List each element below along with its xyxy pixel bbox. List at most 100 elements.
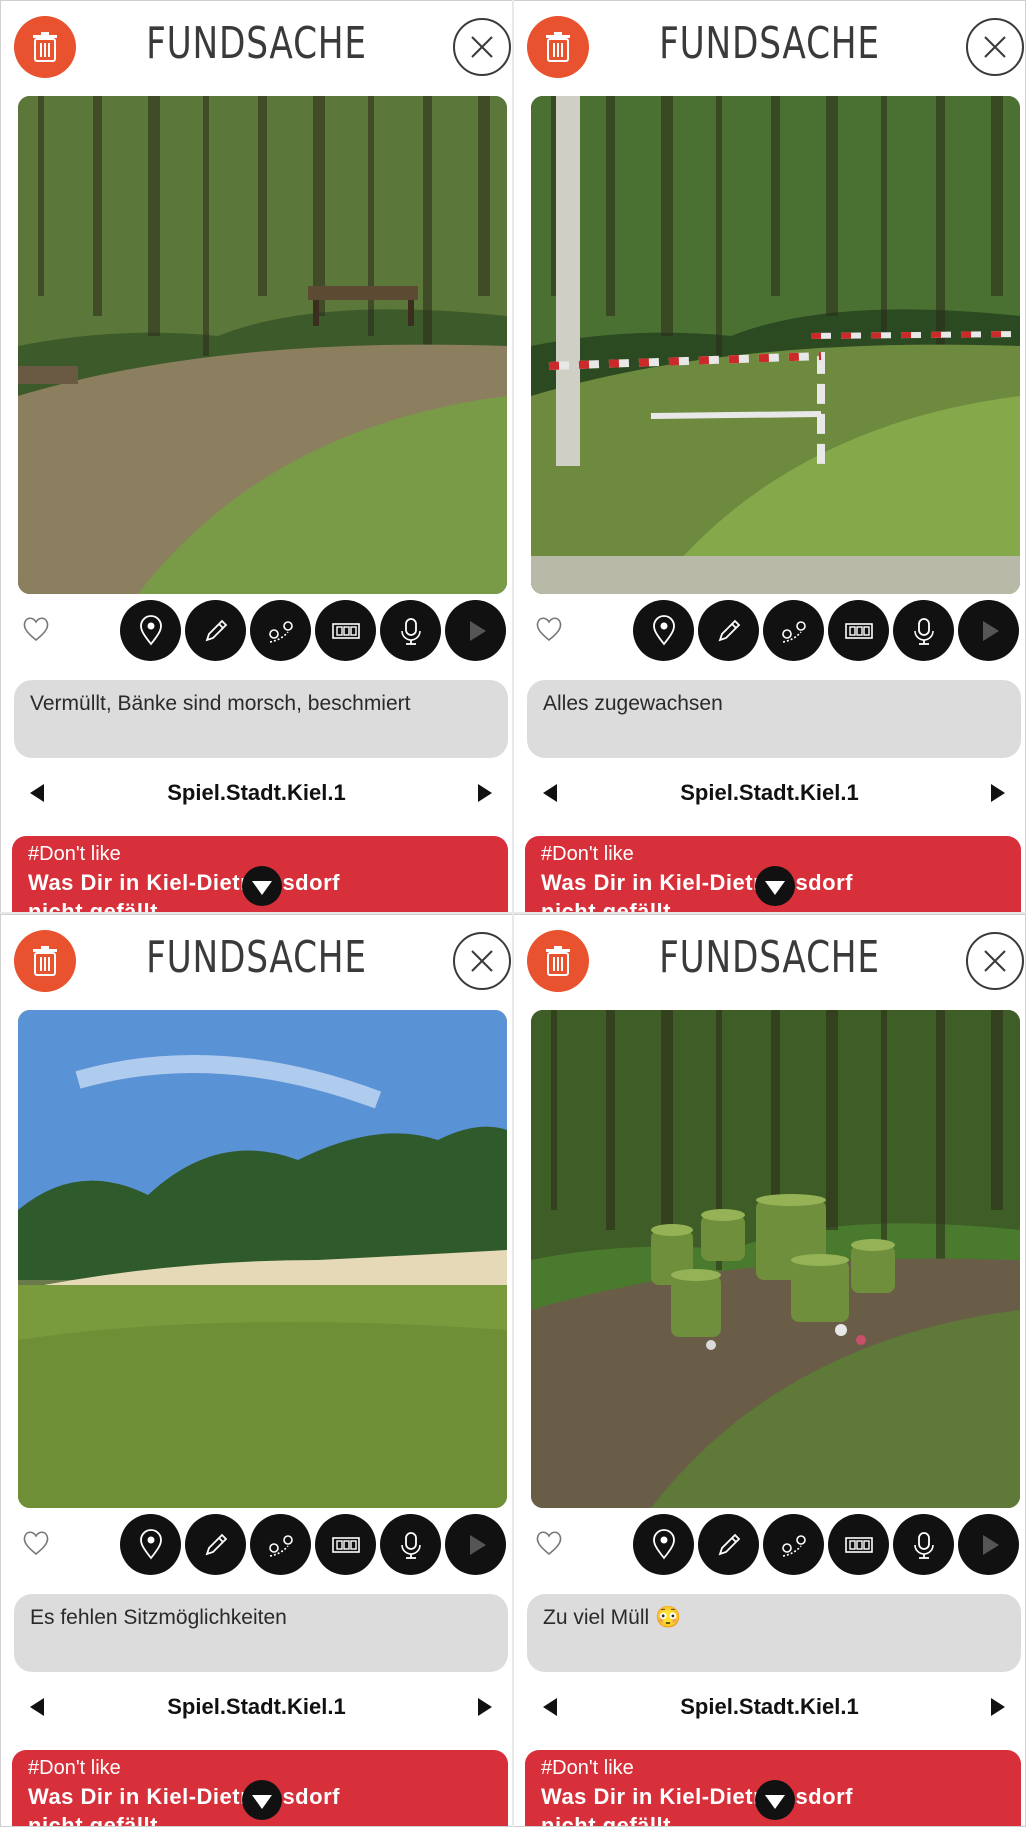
screen-title: FUNDSACHE	[146, 932, 367, 983]
heart-icon[interactable]	[535, 1530, 563, 1556]
route-button[interactable]	[250, 600, 311, 661]
pencil-button[interactable]	[185, 600, 246, 661]
close-icon	[984, 950, 1006, 972]
pager: Spiel.Stadt.Kiel.1	[0, 778, 513, 814]
expand-button[interactable]	[755, 1780, 795, 1820]
heart-icon[interactable]	[22, 1530, 50, 1556]
trash-icon	[33, 946, 57, 976]
play-button[interactable]	[445, 1514, 506, 1575]
photo-scene	[18, 1010, 507, 1508]
heart-icon[interactable]	[535, 616, 563, 642]
app-screen: FUNDSACHE Alles zugewachsen Spiel.Stadt.…	[513, 0, 1026, 913]
comment-text[interactable]: Vermüllt, Bänke sind morsch, beschmiert	[14, 680, 508, 758]
route-button[interactable]	[763, 1514, 824, 1575]
pencil-icon	[718, 1533, 740, 1555]
screen-title: FUNDSACHE	[659, 932, 880, 983]
pager: Spiel.Stadt.Kiel.1	[513, 778, 1026, 814]
found-item-photo[interactable]	[18, 96, 507, 594]
pencil-button[interactable]	[698, 600, 759, 661]
comment-text[interactable]: Zu viel Müll 😳	[527, 1594, 1021, 1672]
route-button[interactable]	[763, 600, 824, 661]
microphone-button[interactable]	[380, 600, 441, 661]
next-arrow-icon[interactable]	[991, 1698, 1005, 1716]
trash-icon	[33, 32, 57, 62]
play-button[interactable]	[958, 600, 1019, 661]
map-pin-button[interactable]	[120, 600, 181, 661]
route-button[interactable]	[250, 1514, 311, 1575]
microphone-icon	[913, 617, 934, 645]
photo-scene	[531, 96, 1020, 594]
film-button[interactable]	[315, 600, 376, 661]
chevron-down-icon	[765, 1795, 785, 1809]
grid-divider-horizontal	[0, 912, 1026, 914]
play-icon	[982, 1534, 999, 1555]
pencil-button[interactable]	[698, 1514, 759, 1575]
film-icon	[331, 622, 360, 639]
screen-title: FUNDSACHE	[146, 18, 367, 69]
close-icon	[984, 36, 1006, 58]
screen-title: FUNDSACHE	[659, 18, 880, 69]
pencil-icon	[205, 619, 227, 641]
found-item-photo[interactable]	[18, 1010, 507, 1508]
category-tag: #Don't like	[541, 1757, 634, 1779]
map-pin-icon	[652, 614, 675, 645]
play-icon	[469, 1534, 486, 1555]
play-icon	[982, 620, 999, 641]
next-arrow-icon[interactable]	[478, 1698, 492, 1716]
close-button[interactable]	[453, 18, 511, 76]
microphone-icon	[400, 1531, 421, 1559]
close-icon	[471, 36, 493, 58]
pencil-icon	[205, 1533, 227, 1555]
play-button[interactable]	[958, 1514, 1019, 1575]
chevron-down-icon	[765, 881, 785, 895]
close-icon	[471, 950, 493, 972]
photo-scene	[18, 96, 507, 594]
pager-label: Spiel.Stadt.Kiel.1	[167, 1694, 346, 1719]
pencil-icon	[718, 619, 740, 641]
play-button[interactable]	[445, 600, 506, 661]
chevron-down-icon	[252, 1795, 272, 1809]
pager: Spiel.Stadt.Kiel.1	[513, 1692, 1026, 1728]
microphone-button[interactable]	[380, 1514, 441, 1575]
microphone-button[interactable]	[893, 1514, 954, 1575]
app-screen: FUNDSACHE Zu viel Müll 😳 Spiel.Stadt.Kie…	[513, 914, 1026, 1827]
map-pin-button[interactable]	[633, 1514, 694, 1575]
route-icon	[781, 620, 806, 643]
trash-icon	[546, 32, 570, 62]
next-arrow-icon[interactable]	[991, 784, 1005, 802]
film-button[interactable]	[828, 1514, 889, 1575]
expand-button[interactable]	[242, 1780, 282, 1820]
next-arrow-icon[interactable]	[478, 784, 492, 802]
app-screen: FUNDSACHE Es fehlen Sitzmöglichkeiten Sp…	[0, 914, 513, 1827]
film-button[interactable]	[828, 600, 889, 661]
expand-button[interactable]	[755, 866, 795, 906]
comment-text[interactable]: Es fehlen Sitzmöglichkeiten	[14, 1594, 508, 1672]
close-button[interactable]	[966, 932, 1024, 990]
trash-icon	[546, 946, 570, 976]
heart-icon[interactable]	[22, 616, 50, 642]
chevron-down-icon	[252, 881, 272, 895]
close-button[interactable]	[966, 18, 1024, 76]
map-pin-button[interactable]	[120, 1514, 181, 1575]
microphone-icon	[400, 617, 421, 645]
category-tag: #Don't like	[28, 843, 121, 865]
pager: Spiel.Stadt.Kiel.1	[0, 1692, 513, 1728]
film-icon	[844, 622, 873, 639]
found-item-photo[interactable]	[531, 1010, 1020, 1508]
found-item-photo[interactable]	[531, 96, 1020, 594]
map-pin-icon	[139, 1528, 162, 1559]
map-pin-button[interactable]	[633, 600, 694, 661]
play-icon	[469, 620, 486, 641]
microphone-icon	[913, 1531, 934, 1559]
close-button[interactable]	[453, 932, 511, 990]
tool-bar	[633, 1514, 1019, 1575]
microphone-button[interactable]	[893, 600, 954, 661]
film-button[interactable]	[315, 1514, 376, 1575]
category-tag: #Don't like	[28, 1757, 121, 1779]
tool-bar	[120, 1514, 506, 1575]
pencil-button[interactable]	[185, 1514, 246, 1575]
comment-text[interactable]: Alles zugewachsen	[527, 680, 1021, 758]
film-icon	[844, 1536, 873, 1553]
route-icon	[268, 1534, 293, 1557]
expand-button[interactable]	[242, 866, 282, 906]
